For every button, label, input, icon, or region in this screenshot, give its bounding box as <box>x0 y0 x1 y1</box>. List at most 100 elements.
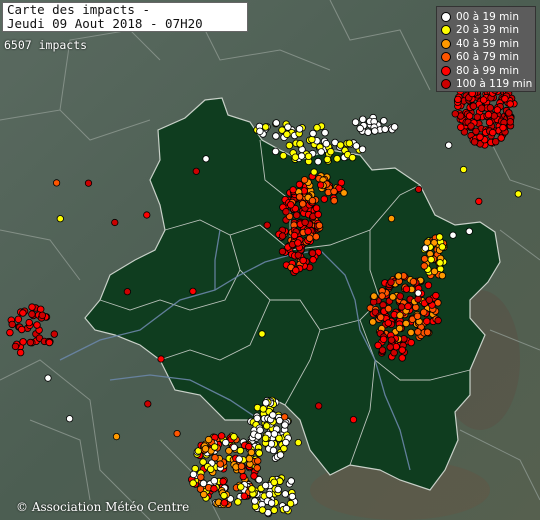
strike-dot <box>255 476 263 484</box>
strike-dot <box>330 187 338 196</box>
strike-dot <box>506 100 514 108</box>
strike-dot <box>282 504 291 513</box>
legend-item: 80 à 99 min <box>441 64 535 78</box>
strike-dot <box>245 442 253 451</box>
strike-dot <box>297 152 306 160</box>
strike-dot <box>514 190 522 198</box>
legend: 00 à 19 min 20 à 39 min 40 à 59 min 60 à… <box>436 6 536 92</box>
strike-dot <box>493 106 501 114</box>
strike-dot <box>414 328 422 336</box>
strike-dot <box>469 102 478 110</box>
strike-dot <box>394 272 403 280</box>
strike-dot <box>312 232 320 241</box>
strike-dot <box>430 267 439 276</box>
strike-dot <box>445 141 453 149</box>
strike-dot <box>251 497 259 505</box>
strike-dot <box>112 432 121 441</box>
strike-dot <box>19 338 27 346</box>
strike-dot <box>240 492 248 500</box>
strike-dot <box>282 207 290 216</box>
strike-dot <box>308 249 317 257</box>
strike-dot <box>270 478 278 486</box>
strike-dot <box>407 328 415 337</box>
strike-dot <box>304 152 313 160</box>
strike-dot <box>255 449 263 457</box>
strike-dot <box>274 485 282 494</box>
strike-dot <box>387 278 395 286</box>
strike-dot <box>425 296 433 304</box>
legend-item: 100 à 119 min <box>441 78 535 92</box>
strike-dot <box>28 303 36 311</box>
strike-dot <box>395 324 404 333</box>
map-title-line2: Jeudi 09 Aout 2018 - 07H20 <box>7 16 203 31</box>
strike-dot <box>197 473 205 481</box>
strike-dot <box>345 139 354 147</box>
strike-dot <box>476 133 484 141</box>
strike-dot <box>294 438 302 447</box>
strike-dot <box>285 141 294 150</box>
strike-dot <box>396 292 404 300</box>
strike-dot <box>234 498 242 506</box>
strike-dot <box>434 316 442 325</box>
strike-dot <box>287 477 295 485</box>
strike-dot <box>370 292 378 300</box>
strike-dot <box>486 104 494 112</box>
strike-dot <box>369 318 377 326</box>
legend-dot-icon <box>441 38 451 49</box>
strike-dot <box>317 148 325 156</box>
strike-dot <box>323 155 332 164</box>
strike-dot <box>237 462 246 470</box>
strike-dot <box>321 128 329 137</box>
strike-dot <box>459 165 468 174</box>
strike-dot <box>501 95 509 103</box>
strike-dot <box>261 481 270 490</box>
strike-dot <box>237 483 245 491</box>
strike-dot <box>414 289 422 297</box>
strike-dot <box>308 135 316 144</box>
strike-dot <box>397 303 406 311</box>
strike-dot <box>300 176 309 184</box>
strike-dot <box>245 455 254 463</box>
strike-dot <box>505 109 513 117</box>
legend-dot-icon <box>441 25 451 36</box>
strike-dot <box>427 255 435 264</box>
strike-dot <box>314 210 322 219</box>
strike-dot <box>413 312 422 320</box>
strike-dot <box>18 325 26 334</box>
strike-dot <box>352 142 360 150</box>
strike-dot <box>276 451 285 459</box>
strike-dot <box>219 477 227 486</box>
strike-dot <box>485 118 494 127</box>
strike-dot <box>221 438 230 447</box>
strike-dot <box>19 309 27 317</box>
strike-dot <box>278 247 287 256</box>
legend-dot-icon <box>441 52 451 63</box>
strike-dot <box>272 132 280 140</box>
strike-dot <box>220 499 229 507</box>
strike-dot <box>288 492 296 501</box>
strike-dot <box>310 168 318 176</box>
strike-dot <box>210 477 218 485</box>
strike-dot <box>390 123 399 131</box>
strike-dot <box>173 429 181 438</box>
strike-dot <box>258 506 267 514</box>
legend-dot-icon <box>441 65 451 76</box>
strike-dot <box>28 310 36 318</box>
strike-dot <box>56 215 64 223</box>
legend-item: 60 à 79 min <box>441 51 535 65</box>
strike-dot <box>262 123 270 131</box>
strike-dot <box>8 320 16 329</box>
strike-dot <box>499 123 507 132</box>
strike-dot <box>189 479 197 487</box>
lightning-map: Carte des impacts - Jeudi 09 Aout 2018 -… <box>0 0 540 520</box>
legend-item: 40 à 59 min <box>441 37 535 51</box>
strike-dot <box>283 130 291 138</box>
strike-dot <box>210 485 218 493</box>
strike-dot <box>26 338 35 347</box>
strike-dot <box>202 155 210 163</box>
strike-dot <box>66 415 74 423</box>
strike-dot <box>436 259 444 267</box>
strike-dot <box>420 262 428 270</box>
strike-dot <box>45 338 54 347</box>
strike-dot <box>279 151 288 160</box>
